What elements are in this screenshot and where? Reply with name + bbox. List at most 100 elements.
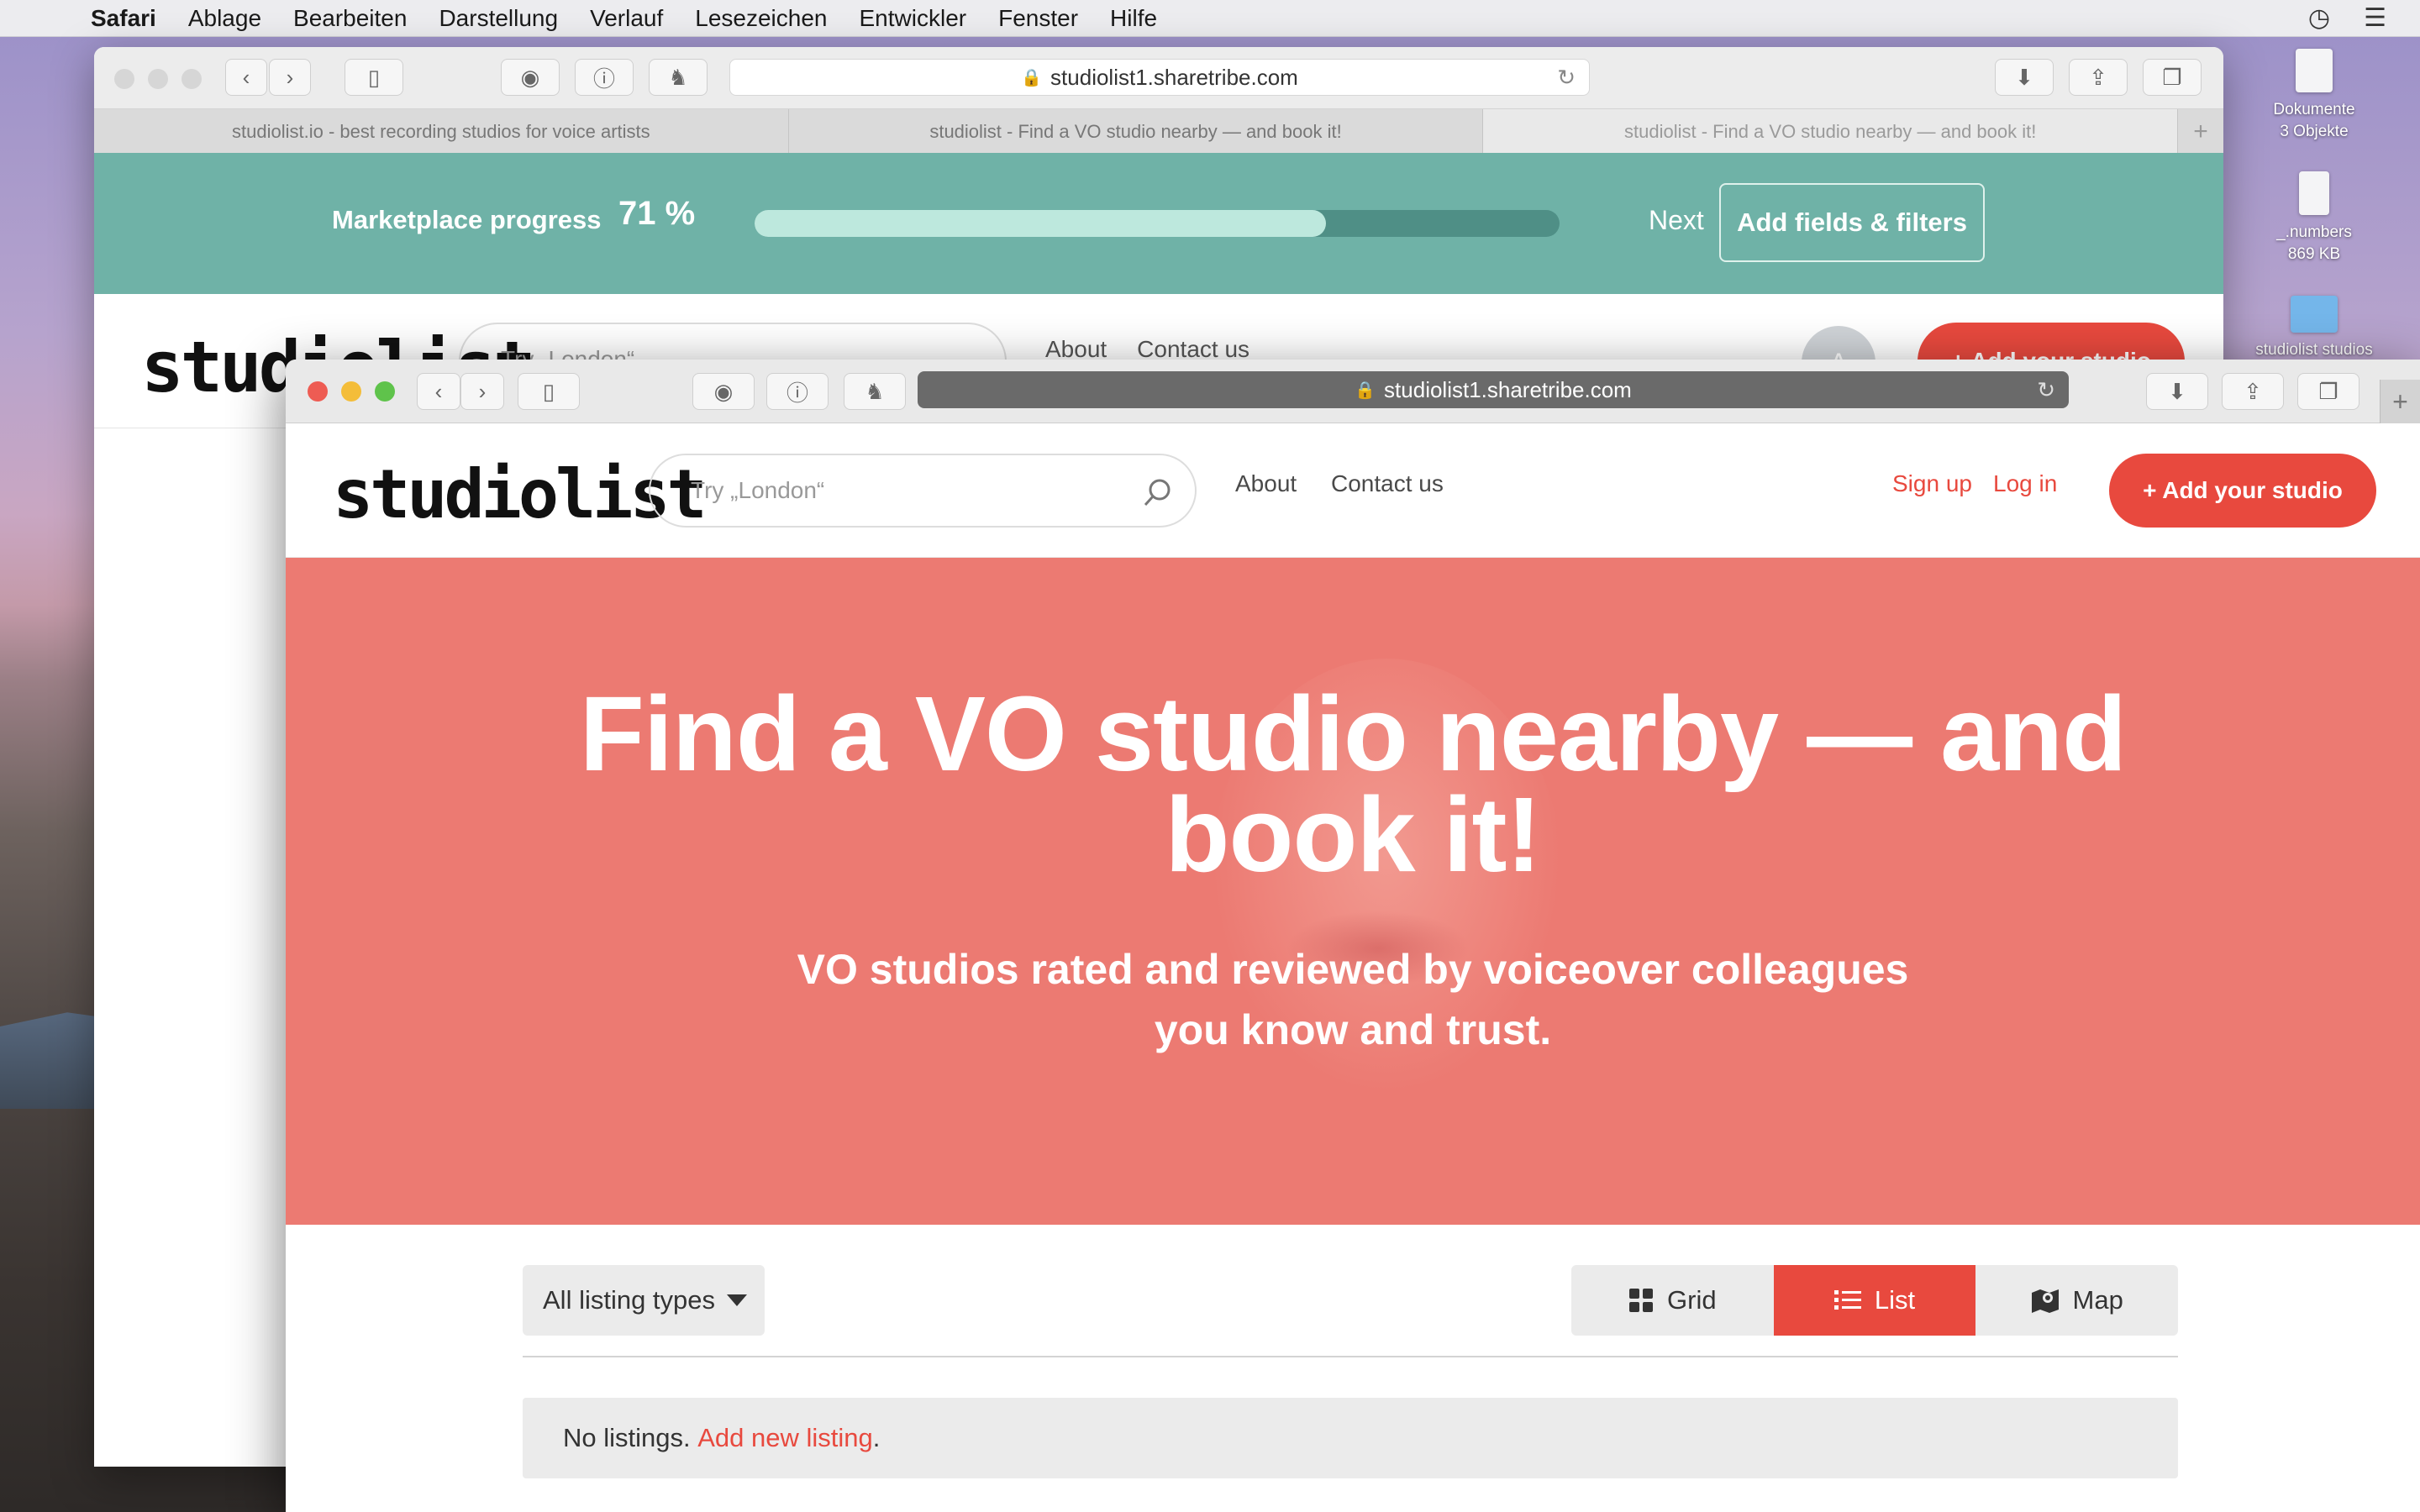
- password-button[interactable]: ⓘ: [575, 59, 634, 96]
- menu-darstellung[interactable]: Darstellung: [439, 5, 558, 32]
- view-list-button[interactable]: List: [1773, 1265, 1976, 1336]
- folder-icon: [2291, 296, 2338, 333]
- address-bar[interactable]: 🔒 studiolist1.sharetribe.com ↻: [729, 59, 1590, 96]
- tab-2[interactable]: studiolist - Find a VO studio nearby — a…: [789, 109, 1484, 154]
- menu-lesezeichen[interactable]: Lesezeichen: [695, 5, 827, 32]
- evernote-button[interactable]: ♞: [649, 59, 708, 96]
- chevron-right-icon: ›: [478, 378, 487, 404]
- empty-listings-notice: No listings. Add new listing.: [523, 1398, 2178, 1478]
- add-studio-button[interactable]: + Add your studio: [2109, 454, 2376, 528]
- chevron-left-icon: ‹: [434, 378, 443, 404]
- sidebar-icon: ▯: [367, 64, 381, 90]
- progress-percent: 71 %: [618, 195, 696, 232]
- clock-icon[interactable]: ◷: [2308, 3, 2330, 33]
- sidebar-button[interactable]: ▯: [345, 59, 403, 96]
- menu-hilfe[interactable]: Hilfe: [1110, 5, 1157, 32]
- menu-ablage[interactable]: Ablage: [188, 5, 261, 32]
- forward-button[interactable]: ›: [460, 373, 504, 410]
- sign-up-link[interactable]: Sign up: [1892, 470, 1972, 497]
- window-toolbar: ‹ › ▯ ◉ ⓘ ♞ 🔒 studiolist1.sharetribe.com…: [286, 360, 2420, 423]
- menu-fenster[interactable]: Fenster: [998, 5, 1078, 32]
- reload-icon[interactable]: ↻: [1557, 65, 1576, 91]
- downloads-button[interactable]: ⬇: [1995, 59, 2054, 96]
- desktop-icon-sub: 869 KB: [2287, 245, 2341, 263]
- map-icon: [2031, 1289, 2059, 1313]
- search-icon[interactable]: [1141, 475, 1175, 509]
- search-input[interactable]: Try „London“: [649, 454, 1197, 528]
- site-header: studiolist Try „London“ About Contact us…: [286, 423, 2420, 558]
- new-tab-plus-icon[interactable]: +: [2380, 380, 2420, 423]
- minimize-button[interactable]: [148, 69, 168, 89]
- log-in-link[interactable]: Log in: [1993, 470, 2057, 497]
- reload-icon[interactable]: ↻: [2037, 377, 2055, 403]
- grid-icon: [1629, 1289, 1654, 1312]
- elephant-icon: ♞: [668, 64, 688, 90]
- menu-verlauf[interactable]: Verlauf: [590, 5, 663, 32]
- empty-suffix: .: [872, 1423, 881, 1452]
- desktop-icon-dokumente[interactable]: Dokumente 3 Objekte: [2255, 49, 2373, 143]
- extension-button[interactable]: ◉: [501, 59, 560, 96]
- elephant-icon: ♞: [865, 378, 885, 404]
- zoom-button[interactable]: [375, 381, 395, 402]
- back-button[interactable]: ‹: [417, 373, 460, 410]
- password-button[interactable]: ⓘ: [766, 373, 829, 410]
- key-icon: ⓘ: [592, 66, 615, 92]
- extension-button[interactable]: ◉: [692, 373, 755, 410]
- view-grid-button[interactable]: Grid: [1571, 1265, 1774, 1336]
- downloads-button[interactable]: ⬇: [2146, 373, 2208, 410]
- desktop-icon-numbers[interactable]: _.numbers 869 KB: [2255, 171, 2373, 265]
- view-list-label: List: [1874, 1285, 1916, 1315]
- progress-track: [755, 210, 1560, 237]
- numbers-file-icon: [2299, 171, 2329, 215]
- desktop-icon-label: Dokumente: [2273, 101, 2355, 118]
- menu-entwickler[interactable]: Entwickler: [860, 5, 967, 32]
- share-icon: ⇪: [2244, 378, 2262, 404]
- tabs-overview-button[interactable]: ❐: [2143, 59, 2202, 96]
- divider: [523, 1356, 2178, 1357]
- sidebar-button[interactable]: ▯: [518, 373, 580, 410]
- share-button[interactable]: ⇪: [2222, 373, 2284, 410]
- progress-label: Marketplace progress: [332, 205, 602, 234]
- nav-about[interactable]: About: [1235, 470, 1297, 497]
- new-tab-plus-icon[interactable]: +: [2178, 109, 2223, 154]
- zoom-button[interactable]: [182, 69, 202, 89]
- close-button[interactable]: [308, 381, 328, 402]
- close-button[interactable]: [114, 69, 134, 89]
- document-icon: [2296, 49, 2333, 92]
- menu-app-name[interactable]: Safari: [91, 5, 156, 32]
- download-icon: ⬇: [2015, 64, 2033, 90]
- hero-subtitle: VO studios rated and reviewed by voiceov…: [797, 946, 1909, 1053]
- download-icon: ⬇: [2168, 378, 2186, 404]
- nav-contact[interactable]: Contact us: [1331, 470, 1444, 497]
- notification-center-icon[interactable]: ☰: [2364, 3, 2386, 33]
- tabs-icon: ❐: [2162, 64, 2182, 90]
- tab-bar: studiolist.io - best recording studios f…: [94, 109, 2223, 155]
- tabs-icon: ❐: [2318, 378, 2338, 404]
- list-icon: [1833, 1290, 1861, 1310]
- empty-text: No listings.: [563, 1423, 691, 1452]
- tab-1[interactable]: studiolist.io - best recording studios f…: [94, 109, 789, 154]
- minimize-button[interactable]: [341, 381, 361, 402]
- hero-banner: Find a VO studio nearby — and book it! V…: [286, 558, 2420, 1225]
- listing-type-dropdown[interactable]: All listing types: [523, 1265, 765, 1336]
- safari-window-front[interactable]: ‹ › ▯ ◉ ⓘ ♞ 🔒 studiolist1.sharetribe.com…: [286, 360, 2420, 1512]
- window-toolbar: ‹ › ▯ ◉ ⓘ ♞ 🔒 studiolist1.sharetribe.com…: [94, 47, 2223, 109]
- progress-fill: [755, 210, 1327, 237]
- view-grid-label: Grid: [1667, 1285, 1717, 1315]
- forward-button[interactable]: ›: [269, 59, 311, 96]
- hero-title: Find a VO studio nearby — and book it!: [579, 675, 2127, 894]
- tab-3[interactable]: studiolist - Find a VO studio nearby — a…: [1483, 109, 2179, 154]
- listing-filters: All listing types Grid List Map No listi…: [286, 1225, 2420, 1512]
- next-label: Next: [1649, 205, 1704, 235]
- address-bar[interactable]: 🔒 studiolist1.sharetribe.com ↻: [918, 371, 2069, 408]
- share-button[interactable]: ⇪: [2069, 59, 2128, 96]
- back-button[interactable]: ‹: [225, 59, 267, 96]
- add-fields-filters-button[interactable]: Add fields & filters: [1719, 183, 1985, 262]
- menu-bearbeiten[interactable]: Bearbeiten: [293, 5, 407, 32]
- search-placeholder: Try „London“: [691, 477, 825, 503]
- view-map-button[interactable]: Map: [1975, 1265, 2178, 1336]
- add-new-listing-link[interactable]: Add new listing: [697, 1423, 873, 1453]
- tabs-overview-button[interactable]: ❐: [2297, 373, 2360, 410]
- evernote-button[interactable]: ♞: [844, 373, 906, 410]
- desktop-icon-studiolist-studios[interactable]: studiolist studios: [2255, 296, 2373, 361]
